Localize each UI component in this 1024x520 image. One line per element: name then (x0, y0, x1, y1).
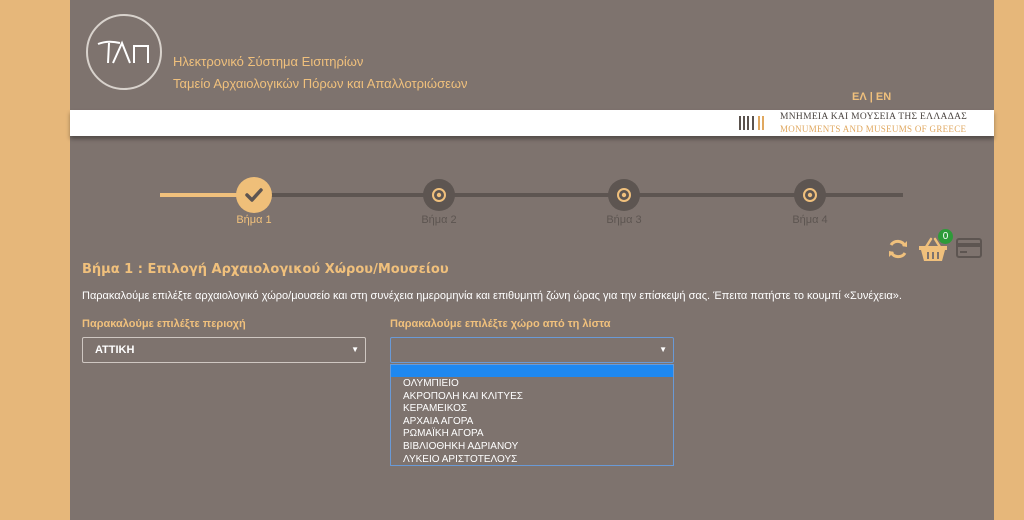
region-label: Παρακαλούμε επιλέξτε περιοχή (82, 318, 246, 330)
banner-english-text: MONUMENTS AND MUSEUMS OF GREECE (780, 124, 967, 134)
site-option-ancient-agora[interactable]: ΑΡΧΑΙΑ ΑΓΟΡΑ (403, 416, 523, 429)
dot-circle-icon (432, 188, 446, 202)
columns-logo-icon (739, 116, 764, 130)
dropdown-highlighted-option[interactable] (391, 365, 673, 377)
site-option-kerameikos[interactable]: ΚΕΡΑΜΕΙΚΟΣ (403, 403, 523, 416)
caret-down-icon: ▼ (351, 345, 359, 354)
check-icon (245, 188, 263, 202)
dot-circle-icon (803, 188, 817, 202)
region-select-value: ΑΤΤΙΚΗ (95, 344, 135, 356)
cart-count-badge: 0 (938, 229, 953, 244)
step-2-label: Βήμα 2 (421, 214, 457, 226)
header-title-line2: Ταμείο Αρχαιολογικών Πόρων και Απαλλοτρι… (173, 76, 468, 91)
site-option-olympieio[interactable]: ΟΛΥΜΠΙΕΙΟ (403, 378, 523, 391)
banner-greek-text: ΜΝΗΜΕΙΑ ΚΑΙ ΜΟΥΣΕΙΑ ΤΗΣ ΕΛΛΑΔΑΣ (780, 112, 968, 122)
step-1-label: Βήμα 1 (236, 214, 272, 226)
page-container: Ηλεκτρονικό Σύστημα Εισιτηρίων Ταμείο Αρ… (70, 0, 994, 520)
instruction-text: Παρακαλούμε επιλέξτε αρχαιολογικό χώρο/μ… (82, 290, 902, 302)
site-option-aristotle-lyceum[interactable]: ΛΥΚΕΙΟ ΑΡΙΣΤΟΤΕΛΟΥΣ (403, 454, 523, 467)
step-2-circle (423, 179, 455, 211)
site-select[interactable]: ▼ (390, 337, 674, 363)
step-4-label: Βήμα 4 (792, 214, 828, 226)
dot-circle-icon (617, 188, 631, 202)
dropdown-options: ΟΛΥΜΠΙΕΙΟ ΑΚΡΟΠΟΛΗ ΚΑΙ ΚΛΙΤΥΕΣ ΚΕΡΑΜΕΙΚΟ… (403, 378, 523, 466)
section-title: Βήμα 1 : Επιλογή Αρχαιολογικού Χώρου/Μου… (82, 262, 449, 277)
ministry-banner: ΜΝΗΜΕΙΑ ΚΑΙ ΜΟΥΣΕΙΑ ΤΗΣ ΕΛΛΑΔΑΣ MONUMENT… (70, 110, 994, 136)
language-switcher: ΕΛ | EN (852, 91, 891, 103)
region-select[interactable]: ΑΤΤΙΚΗ ▼ (82, 337, 366, 363)
site-label: Παρακαλούμε επιλέξτε χώρο από τη λίστα (390, 318, 611, 330)
lang-en-link[interactable]: EN (876, 91, 891, 103)
site-dropdown-list[interactable]: ΟΛΥΜΠΙΕΙΟ ΑΚΡΟΠΟΛΗ ΚΑΙ ΚΛΙΤΥΕΣ ΚΕΡΑΜΕΙΚΟ… (390, 364, 674, 466)
lang-el-link[interactable]: ΕΛ (852, 91, 867, 103)
step-4-circle (794, 179, 826, 211)
site-option-hadrian-library[interactable]: ΒΙΒΛΙΟΘΗΚΗ ΑΔΡΙΑΝΟΥ (403, 441, 523, 454)
logo-mark-icon (97, 40, 149, 64)
site-option-acropolis[interactable]: ΑΚΡΟΠΟΛΗ ΚΑΙ ΚΛΙΤΥΕΣ (403, 391, 523, 404)
step-3-label: Βήμα 3 (606, 214, 642, 226)
caret-down-icon: ▼ (659, 345, 667, 354)
site-option-roman-agora[interactable]: ΡΩΜΑΪΚΗ ΑΓΟΡΑ (403, 428, 523, 441)
refresh-icon[interactable] (886, 237, 910, 261)
step-3-circle (608, 179, 640, 211)
lang-separator: | (866, 91, 876, 103)
header: Ηλεκτρονικό Σύστημα Εισιτηρίων Ταμείο Αρ… (70, 0, 994, 110)
step-1-circle (236, 177, 272, 213)
header-title-line1: Ηλεκτρονικό Σύστημα Εισιτηρίων (173, 54, 364, 69)
tap-logo[interactable] (86, 14, 162, 90)
credit-card-icon[interactable] (956, 238, 982, 258)
